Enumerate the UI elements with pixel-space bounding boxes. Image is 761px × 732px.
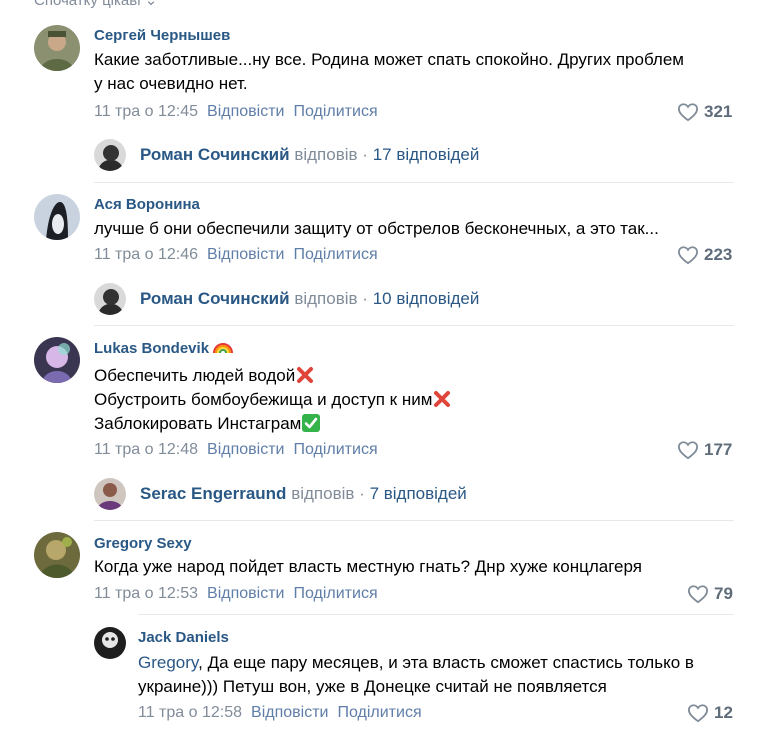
sort-label: Спочатку цікаві	[34, 0, 141, 9]
comment-meta: 11 тра о 12:46 Відповісти Поділитися	[94, 246, 387, 264]
reply-button[interactable]: Відповісти	[207, 441, 284, 458]
thread-author[interactable]: Роман Сочинский	[140, 289, 290, 308]
share-button[interactable]: Поділитися	[337, 704, 421, 721]
like-button[interactable]: 79	[687, 583, 733, 605]
comment-author[interactable]: Сергей Чернышев	[94, 27, 230, 44]
comment-text-line: Какие заботливые...ну все. Родина может …	[94, 50, 684, 69]
share-button[interactable]: Поділитися	[293, 246, 377, 263]
like-button[interactable]: 223	[677, 244, 732, 266]
comment-meta: 11 тра о 12:48 Відповісти Поділитися	[94, 441, 387, 459]
comment-text: Какие заботливые...ну все. Родина может …	[94, 48, 684, 96]
reply-button[interactable]: Відповісти	[207, 103, 284, 120]
avatar[interactable]	[34, 532, 80, 578]
cross-mark-emoji	[297, 367, 314, 383]
thread-dot: ·	[362, 145, 368, 164]
comment-text-line: Gregory, Да еще пару месяцев, и эта влас…	[138, 651, 694, 675]
like-count: 79	[714, 584, 733, 603]
comment-text-line: Когда уже народ пойдет власть местную гн…	[94, 557, 642, 576]
comment-text: Gregory, Да еще пару месяцев, и эта влас…	[138, 651, 694, 699]
avatar[interactable]	[34, 337, 80, 383]
sort-link[interactable]: Спочатку цікаві ⌄	[34, 0, 157, 9]
author-name: Lukas Bondevik	[94, 340, 210, 357]
comment-date[interactable]: 11 тра о 12:48	[94, 441, 198, 458]
like-button[interactable]: 321	[677, 101, 732, 123]
thread-dot: ·	[359, 484, 365, 503]
heart-icon	[677, 441, 699, 460]
share-button[interactable]: Поділитися	[293, 441, 377, 458]
reply-text: , Да еще пару месяцев, и эта власть смож…	[198, 653, 694, 672]
separator	[94, 182, 734, 183]
cross-mark-emoji	[434, 391, 451, 407]
comment-text-line: Обеспечить людей водой	[94, 364, 451, 388]
comment-meta: 11 тра о 12:45 Відповісти Поділитися	[94, 103, 387, 121]
reply-button[interactable]: Відповісти	[251, 704, 328, 721]
comment-text-line: Обустроить бомбоубежища и доступ к ним	[94, 388, 451, 412]
comment-author[interactable]: Ася Воронина	[94, 196, 200, 213]
avatar[interactable]	[34, 194, 80, 240]
check-mark-emoji	[302, 414, 321, 432]
thread-count[interactable]: 7 відповідей	[370, 484, 467, 503]
separator	[94, 520, 734, 521]
comment-author[interactable]: Lukas Bondevik	[94, 340, 234, 357]
comment-date[interactable]: 11 тра о 12:53	[94, 585, 198, 602]
share-button[interactable]: Поділитися	[293, 585, 377, 602]
avatar[interactable]	[94, 139, 126, 171]
thread-verb: відповів	[294, 289, 358, 308]
chevron-down-icon: ⌄	[144, 0, 158, 9]
thread-summary[interactable]: Роман Сочинский відповів · 10 відповідей	[140, 289, 479, 309]
avatar[interactable]	[94, 478, 126, 510]
separator	[138, 614, 734, 615]
comment-author[interactable]: Gregory Sexy	[94, 535, 192, 552]
comment-text: Обеспечить людей водой Обустроить бомбоу…	[94, 364, 451, 436]
share-button[interactable]: Поділитися	[293, 103, 377, 120]
heart-icon	[677, 246, 699, 265]
separator	[94, 325, 734, 326]
like-count: 12	[714, 703, 733, 722]
comment-text: Когда уже народ пойдет власть местную гн…	[94, 555, 642, 579]
reply-button[interactable]: Відповісти	[207, 246, 284, 263]
comment-meta: 11 тра о 12:53 Відповісти Поділитися	[94, 585, 387, 603]
like-button[interactable]: 12	[687, 702, 733, 724]
thread-author[interactable]: Serac Engerraund	[140, 484, 286, 503]
comment-date[interactable]: 11 тра о 12:58	[138, 704, 242, 721]
comment-text-line: Заблокировать Инстаграм	[94, 412, 451, 436]
thread-dot: ·	[362, 289, 368, 308]
thread-summary[interactable]: Роман Сочинский відповів · 17 відповідей	[140, 145, 479, 165]
heart-icon	[687, 704, 709, 723]
like-count: 177	[704, 440, 733, 459]
comment-text-line: украине))) Петуш вон, уже в Донецке счит…	[138, 677, 607, 696]
comment-author[interactable]: Jack Daniels	[138, 629, 229, 646]
comment-date[interactable]: 11 тра о 12:46	[94, 246, 198, 263]
avatar[interactable]	[94, 283, 126, 315]
thread-count[interactable]: 10 відповідей	[373, 289, 480, 308]
reply-to-link[interactable]: Gregory	[138, 653, 198, 672]
comment-text-line: лучше б они обеспечили защиту от обстрел…	[94, 219, 659, 238]
thread-author[interactable]: Роман Сочинский	[140, 145, 290, 164]
heart-icon	[687, 585, 709, 604]
comment-text: лучше б они обеспечили защиту от обстрел…	[94, 217, 659, 241]
like-count: 321	[704, 102, 733, 121]
rainbow-emoji	[213, 343, 234, 354]
heart-icon	[677, 103, 699, 122]
reply-button[interactable]: Відповісти	[207, 585, 284, 602]
comment-text-line: у нас очевидно нет.	[94, 74, 248, 93]
thread-summary[interactable]: Serac Engerraund відповів · 7 відповідей	[140, 484, 467, 504]
thread-verb: відповів	[291, 484, 355, 503]
comment-meta: 11 тра о 12:58 Відповісти Поділитися	[138, 704, 431, 722]
thread-count[interactable]: 17 відповідей	[373, 145, 480, 164]
comment-date[interactable]: 11 тра о 12:45	[94, 103, 198, 120]
avatar[interactable]	[34, 25, 80, 71]
avatar[interactable]	[94, 627, 126, 659]
like-button[interactable]: 177	[677, 439, 732, 461]
like-count: 223	[704, 245, 733, 264]
thread-verb: відповів	[294, 145, 358, 164]
